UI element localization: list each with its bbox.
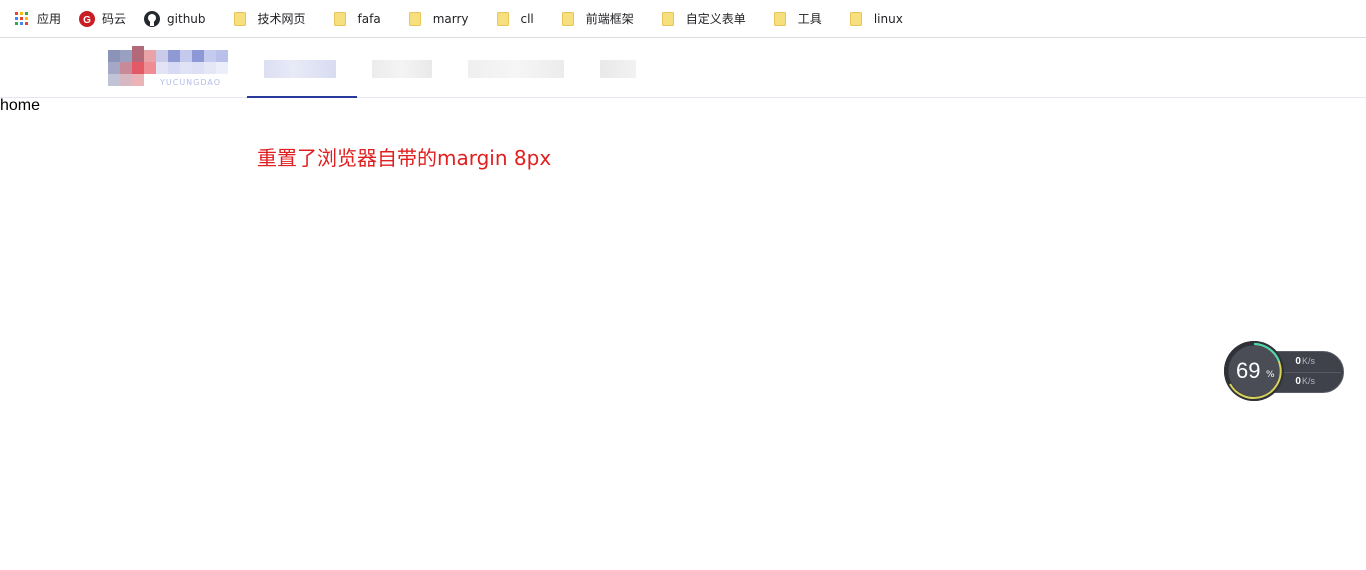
folder-icon <box>495 11 511 27</box>
bookmark-6[interactable]: cll <box>487 6 534 32</box>
bookmark-label: github <box>167 11 206 26</box>
bookmark-0[interactable]: 应用 <box>14 6 61 32</box>
nav-tab-3[interactable] <box>453 38 581 98</box>
nav-tab-2[interactable] <box>357 38 453 98</box>
memory-usage-circle: 69 % <box>1224 341 1284 401</box>
upload-unit: K/s <box>1301 356 1315 366</box>
memory-percent: 69 <box>1236 358 1261 383</box>
folder-icon <box>560 11 576 27</box>
memory-percent-symbol: % <box>1266 370 1275 380</box>
bookmark-label: 前端框架 <box>585 12 634 26</box>
note-text: 重置了浏览器自带的margin 8px <box>257 146 552 170</box>
bookmark-3[interactable]: 技术网页 <box>224 6 306 32</box>
apps-grid-icon <box>14 11 30 27</box>
bookmark-8[interactable]: 自定义表单 <box>652 6 746 32</box>
bookmark-label: 技术网页 <box>257 12 306 26</box>
folder-icon <box>332 11 348 27</box>
bookmark-10[interactable]: linux <box>840 6 903 32</box>
nav-tab-1[interactable] <box>247 38 357 98</box>
home-text: home <box>0 97 41 114</box>
bookmark-label: fafa <box>357 11 381 26</box>
bookmark-label: 工具 <box>797 12 822 26</box>
bookmark-7[interactable]: 前端框架 <box>552 6 634 32</box>
bookmark-label: 应用 <box>37 12 62 26</box>
folder-icon <box>660 11 676 27</box>
gitee-icon: G <box>79 10 96 27</box>
bookmark-label: 自定义表单 <box>685 12 746 26</box>
bookmark-9[interactable]: 工具 <box>764 6 822 32</box>
bookmark-label: cll <box>520 11 534 26</box>
upload-value: 0 <box>1295 356 1301 367</box>
download-unit: K/s <box>1301 376 1315 386</box>
bookmark-4[interactable]: fafa <box>324 6 381 32</box>
bookmark-label: linux <box>873 11 903 26</box>
nav-tab-4[interactable] <box>581 38 657 98</box>
bookmark-5[interactable]: marry <box>399 6 469 32</box>
bookmark-2[interactable]: github <box>144 6 206 32</box>
download-value: 0 <box>1295 376 1301 387</box>
app-header: YUCUNGDAO <box>0 38 1366 98</box>
folder-icon <box>772 11 788 27</box>
folder-icon <box>232 11 248 27</box>
bookmarks-bar: 应用 G 码云 github 技术网页 fafa marry cll 前端框架 自定义表单 工具 li… <box>0 0 1366 38</box>
bookmark-label: marry <box>432 11 469 26</box>
net-speed-widget[interactable]: ▲ 0K/s ▼ 0K/s 69 % <box>1224 341 1346 403</box>
folder-icon <box>848 11 864 27</box>
github-icon <box>144 10 161 27</box>
folder-icon <box>407 11 423 27</box>
bookmark-label: 码云 <box>102 12 127 26</box>
brand-logo-subtitle: YUCUNGDAO <box>160 78 222 87</box>
svg-text:G: G <box>83 15 91 26</box>
bookmark-1[interactable]: G 码云 <box>79 6 126 32</box>
